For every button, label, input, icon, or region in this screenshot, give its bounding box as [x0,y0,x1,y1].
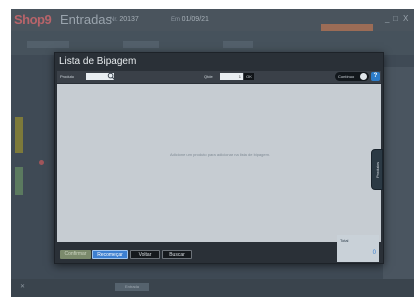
header-field-3 [223,41,253,48]
help-button[interactable]: ? [371,72,380,81]
entry-date-value: 01/09/21 [181,16,209,23]
total-value: 0 [372,250,376,256]
entrada-button[interactable]: Entrada [115,283,149,291]
dialog-toolbar: Produto Qtde 1 OK Contínuo ? [57,71,381,83]
status-dot [39,160,44,165]
empty-message: Adicione um produto para adicionar na li… [169,152,271,157]
header-field-1 [27,41,69,48]
logo-text-left: Shop [14,12,45,27]
app-bottom-bar: ✕ Entrada [11,279,414,297]
search-icon[interactable] [107,72,116,81]
products-tab-label: Produtos [375,161,380,178]
app-logo: Shop9 [14,12,60,28]
entry-number-value: 20137 [119,16,139,23]
product-label: Produto [60,74,75,79]
app-right-panel [383,67,414,279]
entry-number-label: Nr. [110,17,118,23]
search-button[interactable]: Buscar [162,250,192,259]
qty-input[interactable]: 1 [220,73,243,80]
toggle-knob [360,73,367,80]
bottom-close-icon[interactable]: ✕ [20,283,25,290]
back-button[interactable]: Voltar [130,250,160,259]
toggle-label: Contínuo [338,74,355,79]
app-title: Entradas [60,12,113,27]
side-tab-1[interactable] [15,117,23,153]
restart-button[interactable]: Recomeçar [92,250,128,259]
bipagem-dialog: Lista de Bipagem Produto Qtde 1 OK Contí… [54,52,384,264]
ok-button[interactable]: OK [244,73,254,80]
products-side-tab[interactable]: Produtos [371,149,383,190]
dialog-title: Lista de Bipagem [59,56,137,67]
logo-text-right: 9 [44,12,52,27]
screen: Shop9 Entradas Nr. 20137 Em 01/09/21 _ □… [0,0,414,297]
entry-number: Nr. 20137 [110,16,139,23]
minimize-button[interactable]: _ [385,14,389,23]
bipagem-list: Adicione um produto para adicionar na li… [57,84,381,242]
total-label: Total [340,238,349,243]
confirm-button[interactable]: Confirmar [60,250,91,259]
entry-date: Em 01/09/21 [171,16,209,23]
entry-date-label: Em [171,17,180,23]
close-button[interactable]: X [403,14,408,23]
header-field-2 [123,41,159,48]
side-tab-2[interactable] [15,167,23,195]
total-box: Total 0 [337,235,379,262]
maximize-button[interactable]: □ [393,14,398,23]
continuous-toggle[interactable]: Contínuo [335,72,369,81]
qty-label: Qtde [204,74,213,79]
